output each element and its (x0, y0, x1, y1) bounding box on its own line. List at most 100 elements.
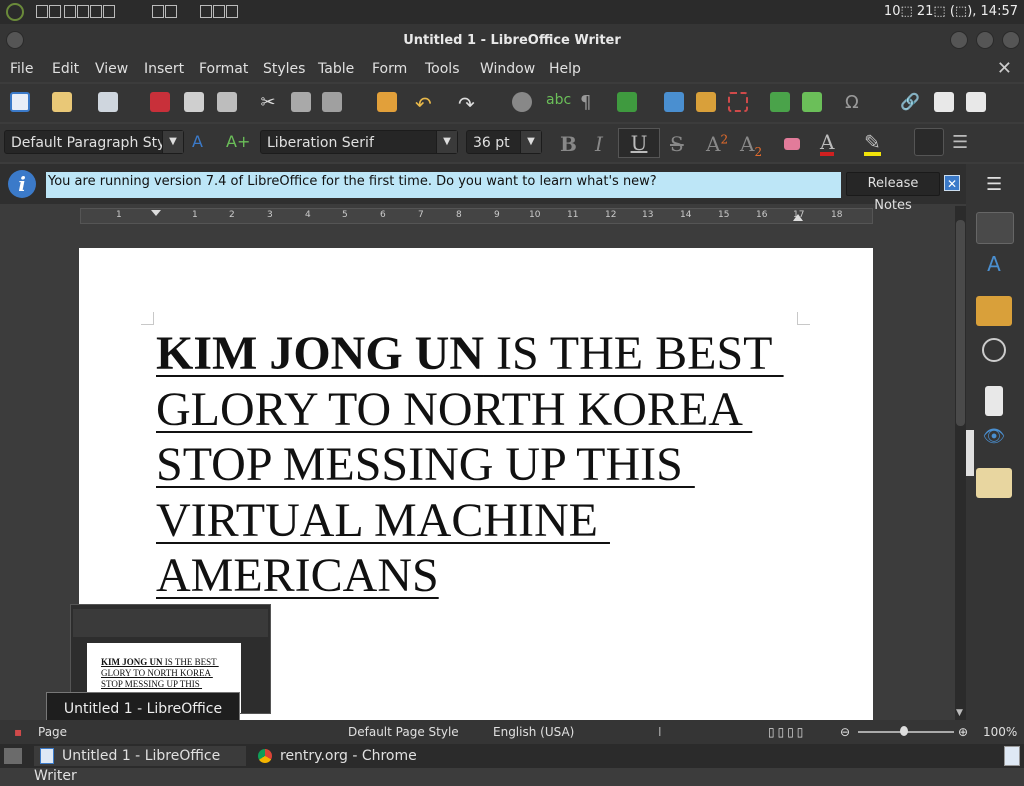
maximize-button[interactable] (976, 31, 994, 49)
paragraph-style-select[interactable]: Default Paragraph Style ▼ (4, 130, 184, 154)
export-pdf-icon[interactable] (150, 92, 170, 112)
font-size-select[interactable]: 36 pt ▼ (466, 130, 542, 154)
menu-styles[interactable]: Styles (263, 61, 305, 77)
show-desktop-icon[interactable] (4, 748, 22, 764)
app-launcher-icon[interactable] (6, 3, 24, 21)
release-notes-button[interactable]: Release Notes (846, 172, 940, 213)
align-left-icon[interactable] (914, 128, 944, 156)
taskbar-item-writer[interactable]: Untitled 1 - LibreOffice Writer (34, 746, 246, 784)
zoom-slider-handle[interactable] (900, 726, 908, 736)
scrollbar-thumb[interactable] (956, 220, 965, 426)
menu-form[interactable]: Form (372, 61, 407, 77)
horizontal-ruler[interactable]: 1 1 2 3 4 5 6 7 8 9 10 11 12 13 14 15 16… (80, 208, 873, 224)
clone-formatting-icon[interactable] (377, 92, 397, 112)
insert-hyperlink-icon[interactable]: 🔗 (900, 92, 920, 112)
bold-icon[interactable]: B (560, 132, 577, 156)
find-replace-icon[interactable] (512, 92, 532, 112)
update-style-icon[interactable]: A (192, 132, 212, 152)
minimize-button[interactable] (950, 31, 968, 49)
insert-textbox-icon[interactable] (728, 92, 748, 112)
system-menu-places[interactable] (64, 4, 116, 18)
underline-icon[interactable]: U (618, 128, 660, 158)
zoom-in-icon[interactable]: ⊕ (958, 725, 968, 739)
vertical-scrollbar[interactable]: ▼ (955, 206, 966, 720)
paste-icon[interactable] (322, 92, 342, 112)
formatting-marks-icon[interactable]: ¶ (580, 92, 600, 113)
menu-format[interactable]: Format (199, 61, 248, 77)
print-icon[interactable] (184, 92, 204, 112)
chevron-down-icon[interactable]: ▼ (436, 131, 457, 153)
styles-icon[interactable]: A (976, 252, 1012, 282)
new-style-icon[interactable]: A+ (226, 132, 250, 152)
left-indent-marker[interactable] (151, 210, 161, 222)
selection-mode-icon[interactable]: I (658, 725, 662, 739)
menu-view[interactable]: View (95, 61, 128, 77)
insert-field-icon[interactable] (802, 92, 822, 112)
page-number-status[interactable]: Page (38, 725, 67, 739)
copy-icon[interactable] (291, 92, 311, 112)
insert-page-break-icon[interactable] (770, 92, 790, 112)
ruler-label: 9 (494, 210, 500, 220)
system-menu-applications[interactable] (36, 4, 62, 18)
zoom-level[interactable]: 100% (983, 725, 1017, 739)
chevron-down-icon[interactable]: ▼ (162, 131, 183, 153)
menu-tools[interactable]: Tools (425, 61, 460, 77)
page-style-status[interactable]: Default Page Style (348, 725, 459, 739)
menu-table[interactable]: Table (318, 61, 354, 77)
insert-footnote-icon[interactable] (934, 92, 954, 112)
sidebar-menu-icon[interactable]: ☰ (986, 174, 1002, 195)
cut-icon[interactable]: ✂ (258, 92, 278, 113)
menu-edit[interactable]: Edit (52, 61, 79, 77)
insert-chart-icon[interactable] (696, 92, 716, 112)
redo-icon[interactable]: ↷ (458, 92, 478, 116)
insert-table-icon[interactable] (617, 92, 637, 112)
trash-icon[interactable] (1004, 746, 1020, 766)
close-infobar-icon[interactable]: ✕ (944, 175, 960, 191)
clear-formatting-icon[interactable] (784, 138, 800, 150)
special-character-icon[interactable]: Ω (845, 92, 865, 113)
insert-endnote-icon[interactable] (966, 92, 986, 112)
superscript-icon[interactable]: A2 (706, 132, 728, 156)
menu-file[interactable]: File (10, 61, 33, 77)
font-name-select[interactable]: Liberation Serif ▼ (260, 130, 458, 154)
open-folder-icon[interactable] (52, 92, 72, 112)
insert-image-icon[interactable] (664, 92, 684, 112)
properties-icon[interactable] (976, 212, 1014, 244)
gallery-icon[interactable] (976, 296, 1012, 326)
language-status[interactable]: English (USA) (493, 725, 574, 739)
subscript-icon[interactable]: A2 (740, 132, 762, 159)
record-changes-icon[interactable]: ▪ (14, 725, 22, 739)
align-center-icon[interactable]: ☰ (952, 132, 972, 153)
system-clock[interactable]: 10⬚ 21⬚ (⬚), 14:57 (884, 4, 1018, 19)
new-document-icon[interactable] (10, 92, 30, 112)
view-layout-icons[interactable]: ▯▯▯▯ (768, 725, 806, 739)
manage-changes-icon[interactable] (976, 468, 1012, 498)
menu-insert[interactable]: Insert (144, 61, 184, 77)
navigator-icon[interactable] (982, 338, 1006, 362)
system-menu-extra[interactable] (200, 4, 239, 18)
print-preview-icon[interactable] (217, 92, 237, 112)
close-window-button[interactable] (1002, 31, 1020, 49)
strikethrough-icon[interactable]: S (670, 132, 684, 156)
menu-window[interactable]: Window (480, 61, 535, 77)
save-icon[interactable] (98, 92, 118, 112)
highlight-color-icon[interactable]: ✎ (864, 132, 881, 156)
document-body-text[interactable]: KIM JONG UN IS THE BEST GLORY TO NORTH K… (156, 326, 806, 604)
system-menu-system[interactable] (152, 4, 178, 18)
page-icon[interactable] (985, 386, 1003, 416)
spelling-icon[interactable]: abc (546, 92, 571, 112)
menu-help[interactable]: Help (549, 61, 581, 77)
font-color-icon[interactable]: A (820, 132, 835, 156)
close-document-icon[interactable]: ✕ (997, 58, 1012, 79)
info-icon: i (8, 170, 36, 198)
chevron-down-icon[interactable]: ▼ (520, 131, 541, 153)
style-inspector-icon[interactable]: 👁 (976, 426, 1012, 456)
sidebar-collapse-handle[interactable] (966, 430, 974, 476)
scroll-down-icon[interactable]: ▼ (956, 708, 963, 718)
undo-icon[interactable]: ↶ (415, 92, 435, 116)
italic-icon[interactable]: I (595, 132, 603, 156)
window-title-bar[interactable]: Untitled 1 - LibreOffice Writer (0, 24, 1024, 56)
right-indent-marker[interactable] (793, 214, 803, 221)
zoom-out-icon[interactable]: ⊖ (840, 725, 850, 739)
taskbar-item-chrome[interactable]: rentry.org - Chrome (256, 746, 426, 766)
